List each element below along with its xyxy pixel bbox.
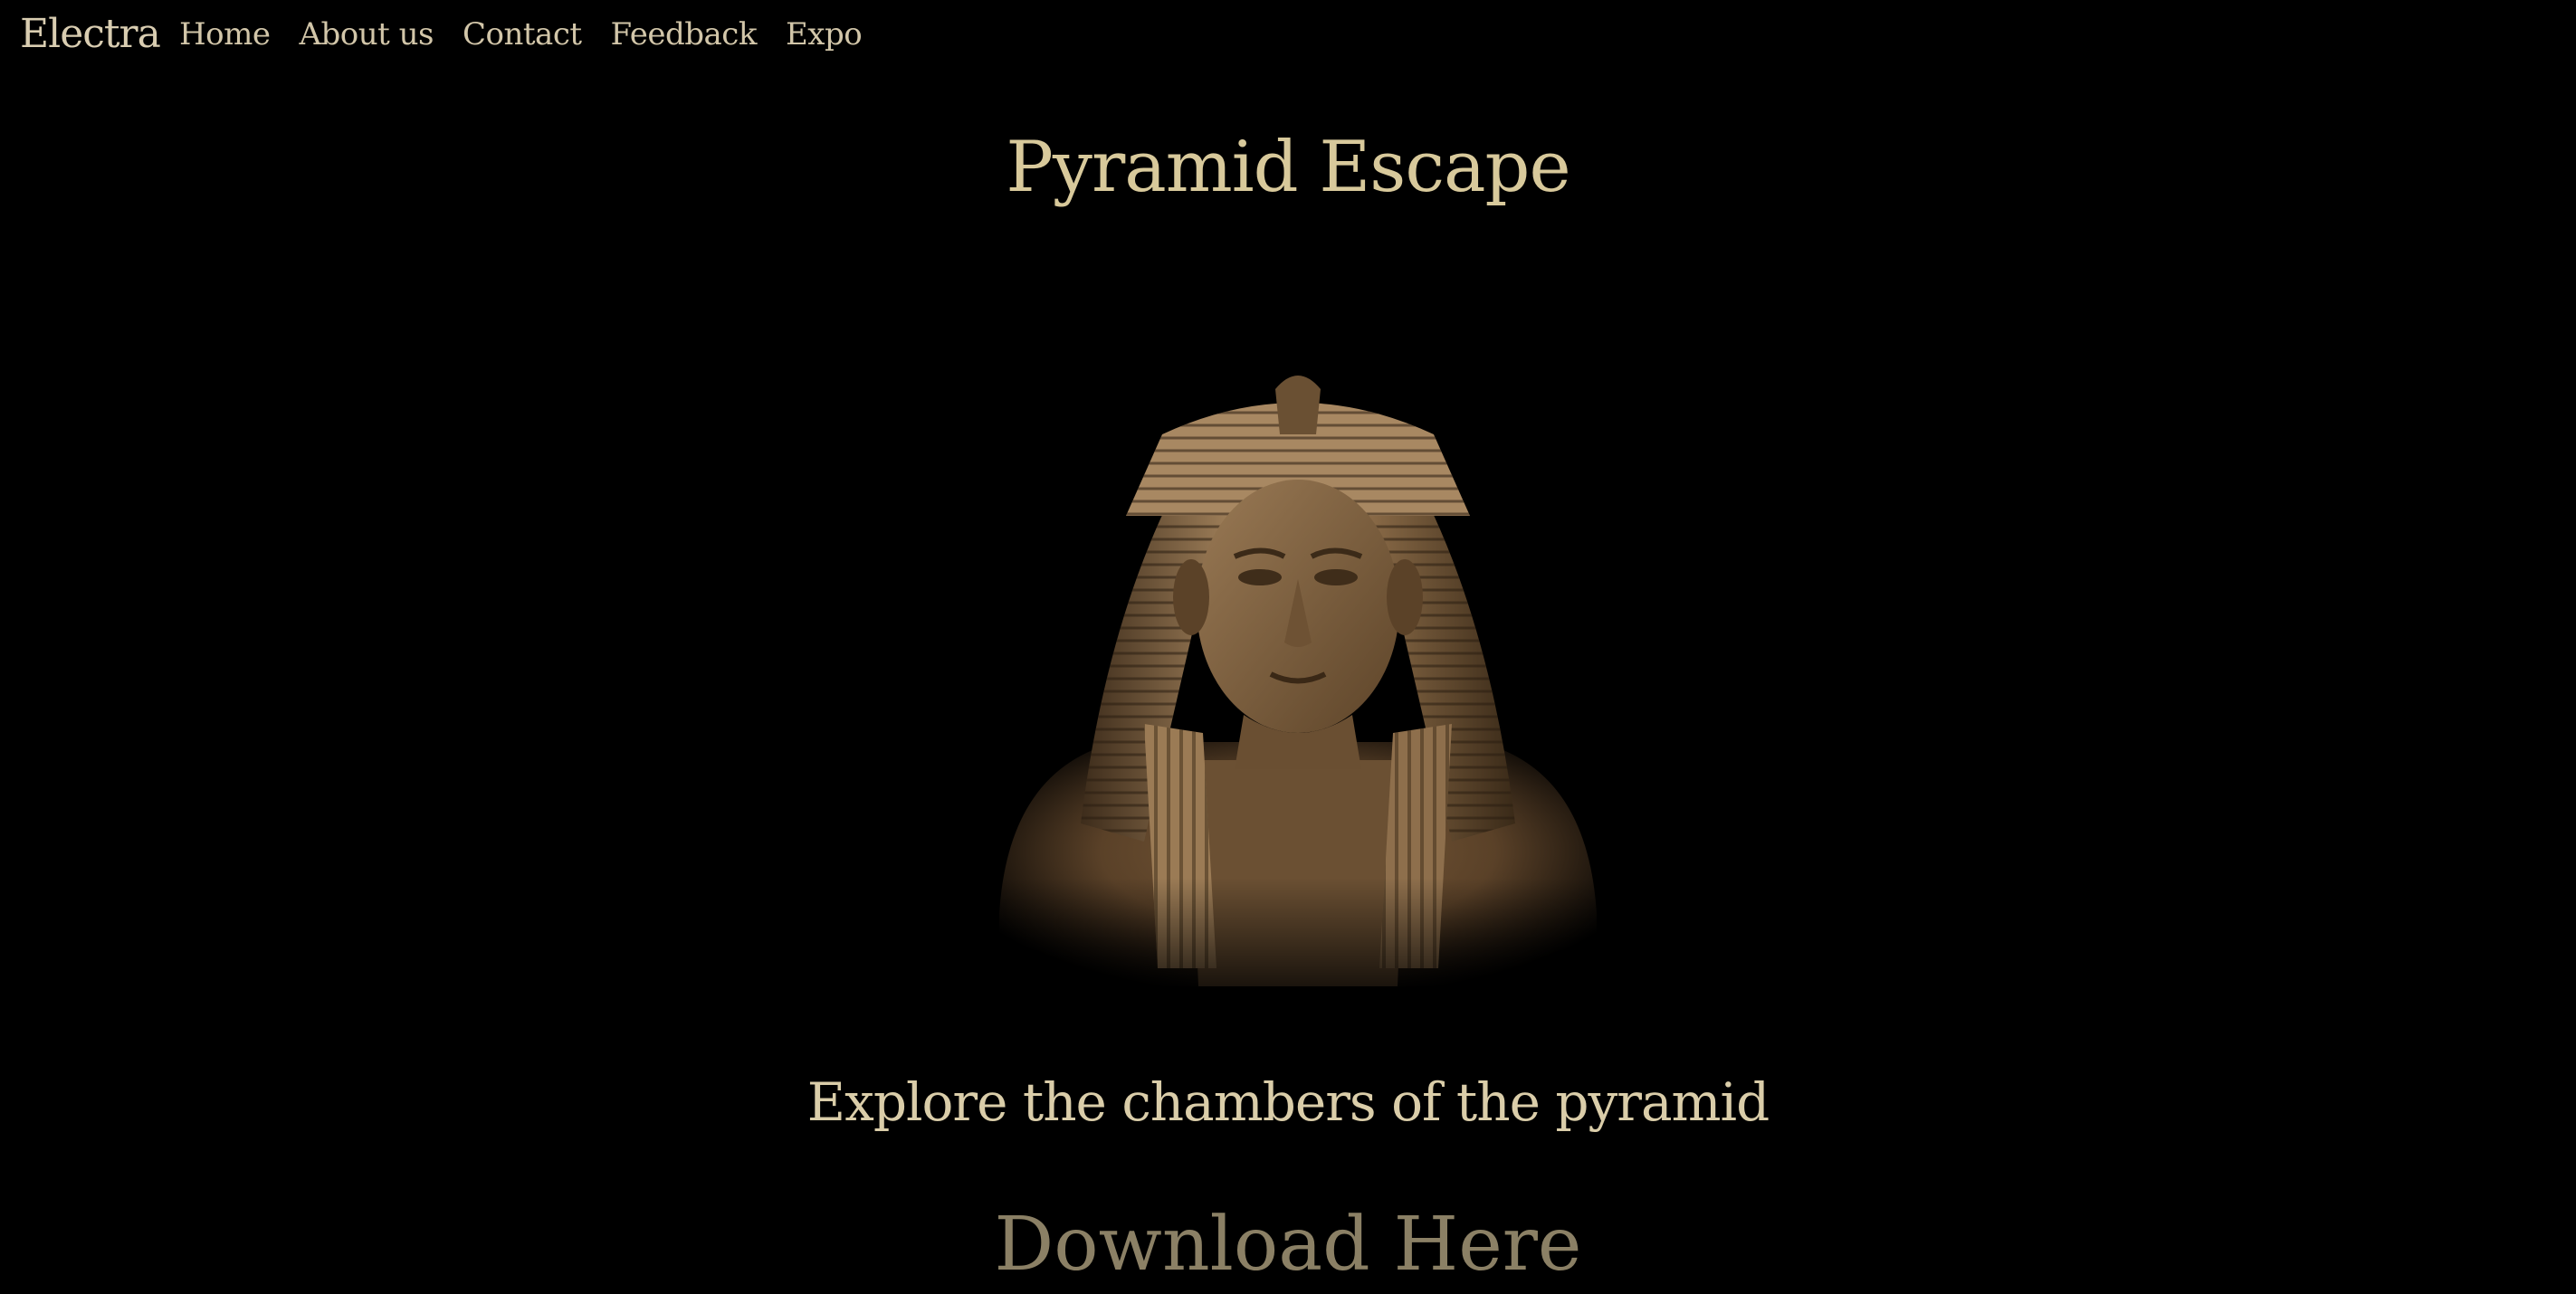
brand-logo[interactable]: Electra [20,11,161,57]
page-title: Pyramid Escape [1006,127,1570,208]
nav-link-expo[interactable]: Expo [786,16,863,52]
top-navbar: Electra Home About us Contact Feedback E… [0,0,2576,69]
nav-link-home[interactable]: Home [179,16,271,52]
nav-link-feedback[interactable]: Feedback [611,16,758,52]
pharaoh-bust-image [963,335,1633,1023]
nav-link-about-us[interactable]: About us [299,16,434,52]
tagline: Explore the chambers of the pyramid [806,1071,1770,1133]
nav-link-contact[interactable]: Contact [463,16,582,52]
download-link[interactable]: Download Here [0,1202,2576,1288]
nav-links: Home About us Contact Feedback Expo [179,16,863,52]
